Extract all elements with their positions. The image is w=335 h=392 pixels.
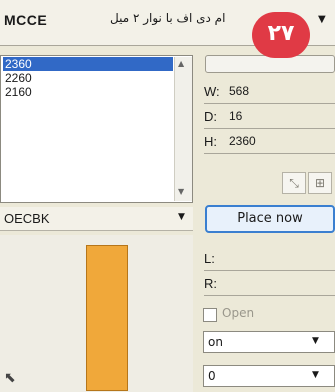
step-number-badge: ۲۷ (252, 12, 310, 58)
height-label: H: (204, 134, 217, 149)
resize-icon[interactable]: ⤡ (282, 172, 306, 194)
open-label: Open (222, 306, 255, 320)
list-item[interactable]: 2260 (3, 71, 173, 85)
chevron-down-icon[interactable]: ▼ (312, 336, 319, 346)
top-button[interactable] (205, 55, 335, 73)
chevron-down-icon[interactable]: ▼ (178, 212, 185, 222)
corner-arrow-icon: ⬉ (4, 370, 16, 386)
divider (204, 103, 335, 104)
width-label: W: (204, 84, 220, 99)
height-listbox[interactable]: 2360 2260 2160 ▲ ▼ (0, 55, 193, 203)
scroll-down-icon[interactable]: ▼ (178, 187, 184, 196)
offset-select-value: 0 (208, 369, 216, 383)
divider (204, 153, 335, 154)
divider (204, 295, 335, 296)
item-name: ام دی اف با نوار ۲ میل (110, 11, 226, 25)
depth-label: D: (204, 109, 217, 124)
item-code: MCCE (4, 12, 48, 28)
material-combo[interactable]: OECBK ▼ (0, 207, 193, 231)
scroll-up-icon[interactable]: ▲ (178, 59, 184, 68)
hinge-select-value: on (208, 335, 223, 349)
open-checkbox[interactable] (203, 308, 217, 322)
door-panel-preview (86, 245, 128, 391)
chevron-down-icon[interactable]: ▼ (312, 370, 319, 380)
grid-icon[interactable]: ⊞ (308, 172, 332, 194)
right-label: R: (204, 276, 217, 291)
list-item[interactable]: 2160 (3, 85, 173, 99)
chevron-down-icon[interactable]: ▼ (318, 14, 326, 25)
left-label: L: (204, 251, 215, 266)
hinge-select[interactable]: on ▼ (203, 331, 335, 353)
divider (204, 128, 335, 129)
depth-value[interactable]: 16 (229, 109, 242, 123)
width-value[interactable]: 568 (229, 84, 249, 98)
list-scrollbar[interactable]: ▲ ▼ (174, 57, 192, 201)
offset-select[interactable]: 0 ▼ (203, 365, 335, 387)
place-now-button[interactable]: Place now (205, 205, 335, 233)
material-combo-value: OECBK (4, 211, 50, 226)
height-value[interactable]: 2360 (229, 134, 256, 148)
list-item[interactable]: 2360 (3, 57, 173, 71)
divider (204, 270, 335, 271)
